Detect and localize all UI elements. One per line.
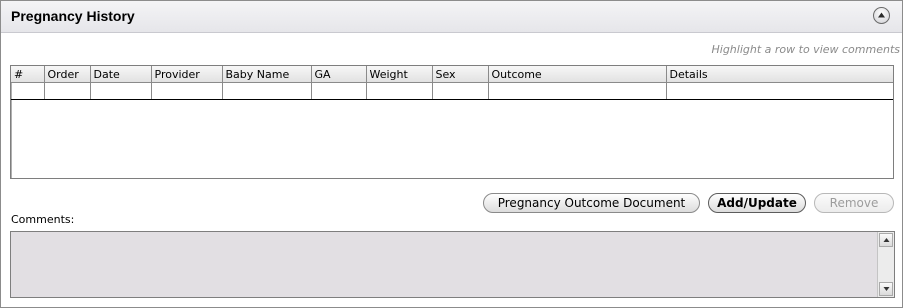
grid-hint-text: Highlight a row to view comments (711, 43, 901, 56)
pregnancy-outcome-document-button[interactable]: Pregnancy Outcome Document (483, 193, 700, 213)
column-header-weight[interactable]: Weight (366, 66, 433, 83)
column-header-sex[interactable]: Sex (432, 66, 489, 83)
column-header-date[interactable]: Date (90, 66, 152, 83)
comments-label: Comments: (11, 213, 75, 226)
comments-scrollbar[interactable] (877, 232, 894, 297)
panel-header: Pregnancy History (1, 1, 902, 33)
table-cell (44, 82, 91, 100)
table-cell (666, 82, 893, 100)
remove-button[interactable]: Remove (814, 193, 894, 213)
column-header-provider[interactable]: Provider (151, 66, 223, 83)
scroll-down-button[interactable] (879, 282, 893, 296)
chevron-up-icon (878, 12, 885, 18)
column-header-outcome[interactable]: Outcome (488, 66, 667, 83)
comments-textarea[interactable] (10, 231, 895, 298)
table-cell (488, 82, 667, 100)
add-update-button[interactable]: Add/Update (708, 193, 806, 213)
panel-title: Pregnancy History (11, 8, 135, 24)
table-cell (151, 82, 223, 100)
column-header-baby-name[interactable]: Baby Name (222, 66, 312, 83)
column-header-number[interactable]: # (11, 66, 45, 83)
pregnancy-history-grid[interactable]: # Order Date Provider Baby Name GA Weigh… (10, 65, 894, 179)
arrow-up-icon (883, 238, 890, 242)
table-cell (366, 82, 433, 100)
column-header-order[interactable]: Order (44, 66, 91, 83)
table-cell (11, 82, 45, 100)
table-cell (222, 82, 312, 100)
pregnancy-history-panel: Pregnancy History Highlight a row to vie… (0, 0, 903, 308)
table-cell (432, 82, 489, 100)
arrow-down-icon (883, 287, 890, 291)
collapse-button[interactable] (873, 7, 890, 24)
column-header-details[interactable]: Details (666, 66, 893, 83)
table-row[interactable] (11, 82, 893, 100)
scroll-up-button[interactable] (879, 233, 893, 247)
table-cell (311, 82, 367, 100)
column-header-ga[interactable]: GA (311, 66, 367, 83)
table-cell (90, 82, 152, 100)
